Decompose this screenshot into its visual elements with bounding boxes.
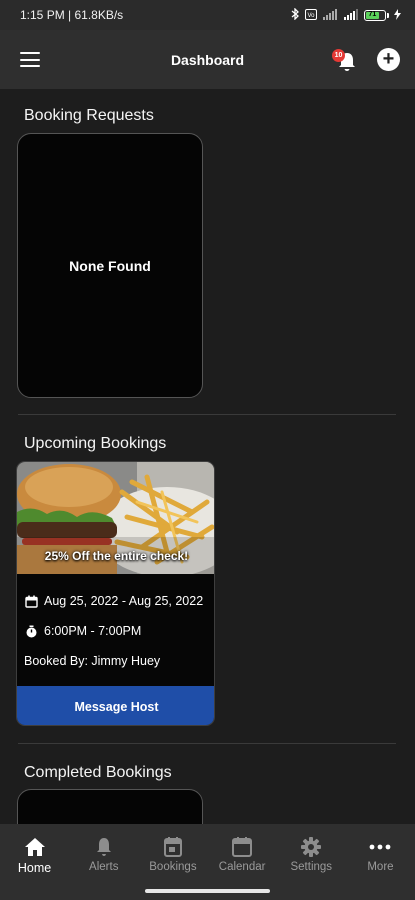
status-bar: 1:15 PM | 61.8KB/s Vo 71 [0,0,415,30]
page-title: Dashboard [170,51,245,68]
completed-bookings-card [17,789,203,824]
add-circle-icon[interactable]: + [377,48,400,71]
nav-label: Settings [290,861,333,873]
booking-requests-title: Booking Requests [24,107,154,124]
food-image: 25% Off the entire check! [17,462,214,574]
booking-time-range: 6:00PM - 7:00PM [44,624,142,638]
dashboard-content[interactable]: Booking Requests None Found Upcoming Boo… [0,89,415,824]
calendar-icon [25,595,38,608]
svg-text:Vo: Vo [307,13,315,19]
notification-badge: 10 [332,49,345,62]
status-icons: Vo 71 [290,7,401,22]
bell-icon [92,835,116,859]
nav-label: Calendar [218,861,266,873]
gear-icon [299,835,323,859]
bluetooth-icon [290,7,300,22]
charging-icon [394,8,401,22]
nav-item-more[interactable]: More [346,824,415,900]
more-dots-icon [368,835,392,859]
home-icon [23,835,47,859]
section-divider [18,743,396,744]
app-header: Dashboard 10 + [0,30,415,89]
upcoming-booking-card[interactable]: 25% Off the entire check! Aug 25, 2022 -… [16,461,215,726]
nav-label: Alerts [89,861,119,873]
nav-label: Bookings [149,861,197,873]
booking-requests-empty-card: None Found [17,133,203,398]
booking-date-range: Aug 25, 2022 - Aug 25, 2022 [44,594,204,608]
upcoming-bookings-title: Upcoming Bookings [24,435,167,452]
home-indicator [145,889,270,893]
nav-item-settings[interactable]: Settings [277,824,346,900]
stopwatch-icon [26,625,37,637]
booking-date-row: Aug 25, 2022 - Aug 25, 2022 [25,594,203,608]
nav-item-alerts[interactable]: Alerts [69,824,138,900]
section-divider [18,414,396,415]
status-time: 1:15 PM | 61.8KB/s [20,8,124,22]
nav-label: Home [17,861,52,875]
nav-label: More [367,861,394,873]
signal-icon [343,8,359,22]
vo-icon: Vo [305,8,317,22]
booked-by-text: Booked By: Jimmy Huey [24,654,161,668]
completed-bookings-title: Completed Bookings [24,764,172,781]
message-host-button[interactable]: Message Host [17,686,214,725]
booking-time-row: 6:00PM - 7:00PM [25,624,141,638]
nav-item-home[interactable]: Home [0,824,69,900]
signal-icon [322,8,338,22]
bookings-icon [161,835,185,859]
notifications-button[interactable]: 10 [332,48,356,72]
battery-icon: 71 [364,9,389,21]
hamburger-menu-icon[interactable] [20,52,40,67]
empty-state-text: None Found [69,257,151,274]
battery-level: 71 [366,11,379,19]
promo-text: 25% Off the entire check! [44,549,189,563]
calendar-icon [230,835,254,859]
